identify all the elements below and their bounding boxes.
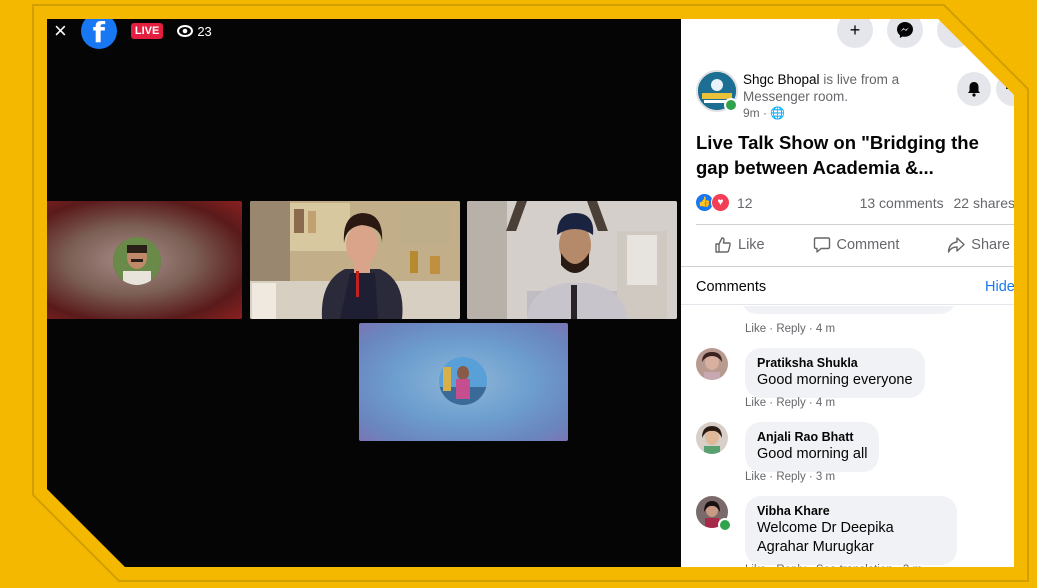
comments-count[interactable]: 13 comments: [860, 195, 944, 211]
post-title: Live Talk Show on "Bridging the gap betw…: [696, 132, 979, 178]
post-actions: Like Comment Share: [696, 228, 1016, 262]
participant-video: [250, 201, 460, 319]
comments-scrollbar-thumb[interactable]: [1019, 500, 1024, 560]
comment-label: Comment: [836, 237, 900, 253]
comment-text: Welcome Dr Deepika Agrahar Murugkar: [757, 520, 894, 555]
commenter-name[interactable]: Pratiksha Shukla: [757, 355, 913, 371]
post-panel: + Shgc Bhopal is live from a Messenger r…: [681, 0, 1037, 588]
online-status-dot: [718, 518, 732, 532]
post-time[interactable]: 9m: [743, 106, 760, 120]
page-name-link[interactable]: Shgc Bhopal: [743, 72, 820, 87]
commenter-avatar[interactable]: [696, 348, 728, 380]
comment-button[interactable]: Comment: [807, 228, 906, 262]
comments-heading: Comments: [696, 279, 767, 295]
panel-top-icons: +: [837, 12, 973, 48]
share-label: Share: [971, 237, 1010, 253]
commenter-name[interactable]: Vibha Khare: [757, 503, 945, 519]
post-author-line: Shgc Bhopal is live from a Messenger roo…: [743, 71, 928, 122]
participant-video: [467, 201, 677, 319]
plus-icon[interactable]: +: [837, 12, 873, 48]
viewer-count: 23: [197, 23, 212, 39]
viewer-counter: 23: [177, 23, 212, 39]
comment-bubble: Pratiksha Shukla Good morning everyone: [745, 348, 925, 398]
participant-avatar: [113, 237, 161, 285]
share-button[interactable]: Share: [941, 228, 1016, 262]
comment-text: Good morning all: [757, 446, 868, 462]
hide-comments-link[interactable]: Hide: [985, 279, 1015, 295]
comment-actions[interactable]: Like · Reply · See translation · 3 m: [745, 564, 922, 576]
divider: [696, 224, 1016, 225]
like-label: Like: [738, 237, 765, 253]
post-stats: 13 comments 22 shares: [854, 195, 1015, 211]
eye-icon: [177, 25, 194, 37]
divider: [681, 266, 1021, 267]
online-status-dot: [724, 98, 738, 112]
video-topbar: × f LIVE 23: [54, 13, 212, 49]
reaction-summary[interactable]: 👍 ♥ 12: [696, 193, 753, 212]
comment-actions[interactable]: Like · Reply · 3 m: [745, 471, 835, 483]
commenter-avatar[interactable]: [696, 422, 728, 454]
comment-text: Good morning everyone: [757, 372, 913, 388]
reaction-count: 12: [737, 194, 753, 211]
thumbs-up-icon: [715, 237, 731, 253]
comment-actions[interactable]: Like · Reply · 4 m: [745, 397, 835, 409]
messenger-icon[interactable]: [887, 12, 923, 48]
comment-bubble: Vibha Khare Welcome Dr Deepika Agrahar M…: [745, 496, 957, 565]
live-badge: LIVE: [130, 23, 164, 39]
love-reaction-icon: ♥: [711, 193, 730, 212]
commenter-name[interactable]: Anjali Rao Bhatt: [757, 429, 867, 445]
comment-list: Like · Reply · 4 m Pratiksha Shukla Good…: [681, 306, 1021, 588]
facebook-logo-icon[interactable]: f: [80, 13, 117, 49]
divider: [681, 304, 1021, 305]
globe-icon: 🌐: [770, 106, 786, 120]
comment-bubble: Anjali Rao Bhatt Good morning all: [745, 422, 880, 472]
participant-tile-4[interactable]: [359, 323, 568, 441]
more-options-icon[interactable]: ···: [996, 72, 1030, 106]
participant-tile-2[interactable]: [250, 201, 460, 319]
previous-comment-bubble: [741, 306, 956, 314]
participant-avatar: [439, 357, 487, 405]
comment-icon: [813, 237, 830, 253]
grid-menu-icon[interactable]: [937, 12, 973, 48]
bell-icon[interactable]: [957, 72, 991, 106]
comment-actions[interactable]: Like · Reply · 4 m: [745, 323, 835, 335]
shares-count[interactable]: 22 shares: [954, 195, 1015, 211]
close-icon[interactable]: ×: [54, 20, 67, 42]
participant-tile-1[interactable]: [40, 201, 242, 319]
participant-tile-3[interactable]: [467, 201, 677, 319]
share-icon: [948, 237, 965, 253]
post-meta: 9m · 🌐: [743, 106, 786, 120]
like-button[interactable]: Like: [696, 228, 771, 262]
